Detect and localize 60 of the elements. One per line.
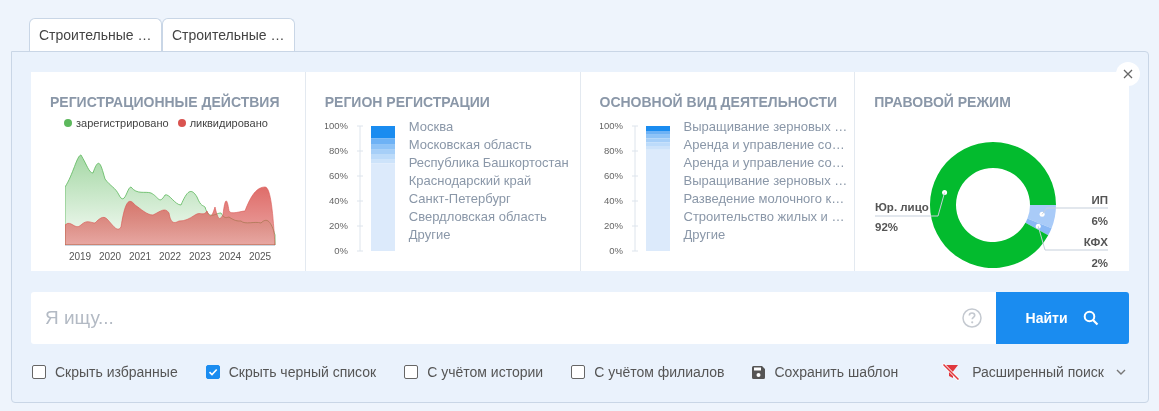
- axis-label: 2020: [98, 251, 122, 262]
- leader-line: [1039, 207, 1109, 217]
- tab[interactable]: Строительные …: [29, 18, 162, 51]
- axis-label: 40%: [603, 195, 623, 206]
- axis-label: 80%: [328, 145, 348, 156]
- legend-label: Выращивание зерновых …: [683, 172, 848, 190]
- legend-label: Аренда и управление со…: [683, 136, 845, 154]
- axis-label: 20%: [603, 220, 623, 231]
- checkbox[interactable]: С учётом истории: [404, 364, 544, 380]
- tab[interactable]: Строительные …: [162, 18, 295, 51]
- axis-label: 2024: [218, 251, 242, 262]
- chart-label: ИП: [1091, 194, 1109, 206]
- value-label: 92%: [875, 221, 899, 233]
- legend-label: Москва: [408, 118, 454, 136]
- close-icon: [1123, 69, 1133, 79]
- checkbox[interactable]: С учётом филиалов: [571, 364, 725, 380]
- axis-label: 0%: [608, 245, 623, 256]
- legend-label: Свердловская область: [408, 208, 547, 226]
- axis-label: 2025: [248, 251, 272, 262]
- chart-title: РЕГИОН РЕГИСТРАЦИИ: [324, 94, 490, 110]
- axis-label: 2019: [68, 251, 92, 262]
- axis-label: 0%: [334, 245, 348, 256]
- axis-label: 2023: [188, 251, 212, 262]
- legend-label: Разведение молочного к…: [683, 190, 845, 208]
- chart-label: КФХ: [1083, 236, 1109, 248]
- checkmark-icon: [207, 367, 218, 377]
- legend-label: Московская область: [408, 136, 532, 154]
- legend-label: Строительство жилых и …: [683, 208, 845, 226]
- checkbox[interactable]: Скрыть избранные: [32, 364, 178, 380]
- legend-label: Аренда и управление со…: [683, 154, 845, 172]
- value-label: 6%: [1091, 215, 1109, 227]
- legend-label: зарегистрировано: [76, 117, 169, 129]
- axis-label: 60%: [603, 170, 623, 181]
- chart-title: ПРАВОВОЙ РЕЖИМ: [874, 94, 1011, 110]
- axis-label: 40%: [328, 195, 348, 206]
- chart-title: ОСНОВНОЙ ВИД ДЕЯТЕЛЬНОСТИ: [599, 94, 838, 110]
- legend-label: Выращивание зерновых …: [683, 118, 848, 136]
- advanced-search-button[interactable]: Расширенный поиск: [942, 363, 1126, 381]
- search-icon: [1083, 310, 1100, 326]
- axis-label: 100%: [599, 121, 623, 131]
- axis-label: 20%: [328, 220, 348, 231]
- legend-label: Другие: [408, 226, 451, 244]
- axis-label: 60%: [328, 170, 348, 181]
- legend-label: Санкт-Петербург: [408, 190, 511, 208]
- legend-label: Республика Башкортостан: [408, 154, 569, 172]
- chart-label: Юр. лицо: [875, 201, 929, 213]
- chevron-down-icon: [1116, 369, 1126, 375]
- checkbox[interactable]: Скрыть черный список: [205, 364, 377, 380]
- legend-label: ликвидировано: [189, 117, 268, 129]
- axis-label: 2022: [158, 251, 182, 262]
- legend-label: Краснодарский край: [408, 172, 532, 190]
- filter-off-icon: [942, 363, 961, 381]
- axis-label: 80%: [603, 145, 623, 156]
- axis-label: 2021: [128, 251, 152, 262]
- legend-label: Другие: [683, 226, 726, 244]
- chart-title: РЕГИСТРАЦИОННЫЕ ДЕЙСТВИЯ: [50, 94, 280, 110]
- save-template-button[interactable]: Сохранить шаблон: [752, 364, 899, 380]
- axis-label: 100%: [324, 121, 348, 131]
- search-field[interactable]: Я ищу...: [31, 292, 996, 344]
- value-label: 2%: [1091, 257, 1109, 269]
